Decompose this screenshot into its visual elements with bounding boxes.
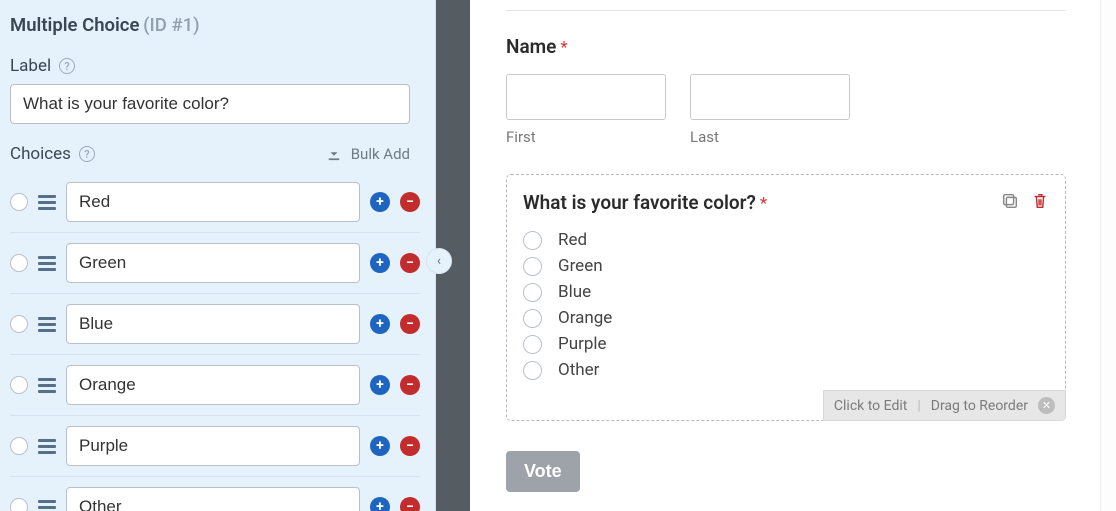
choice-row: +− bbox=[10, 355, 420, 416]
choice-row: +− bbox=[10, 416, 420, 477]
radio-icon bbox=[523, 335, 542, 354]
choice-input[interactable] bbox=[66, 365, 360, 405]
add-choice-button[interactable]: + bbox=[370, 253, 390, 273]
choice-input[interactable] bbox=[66, 487, 360, 511]
selected-field-preview[interactable]: What is your favorite color?* Red Green Bl… bbox=[506, 174, 1066, 421]
remove-choice-button[interactable]: − bbox=[400, 192, 420, 212]
scrollbar[interactable] bbox=[1100, 0, 1116, 511]
bulk-add-button[interactable]: Bulk Add bbox=[327, 145, 410, 163]
choices-section-text: Choices bbox=[10, 144, 71, 164]
question-label: What is your favorite color? bbox=[523, 191, 756, 214]
choice-row: +− bbox=[10, 172, 420, 233]
bulk-add-label: Bulk Add bbox=[351, 145, 410, 163]
duplicate-button[interactable] bbox=[1001, 192, 1019, 214]
default-radio[interactable] bbox=[10, 437, 28, 455]
first-name-input[interactable] bbox=[506, 74, 666, 120]
add-choice-button[interactable]: + bbox=[370, 497, 390, 511]
option-row[interactable]: Purple bbox=[523, 334, 1049, 354]
hint-reorder: Drag to Reorder bbox=[931, 398, 1028, 414]
choice-input[interactable] bbox=[66, 243, 360, 283]
field-type: Multiple Choice bbox=[10, 14, 139, 36]
default-radio[interactable] bbox=[10, 498, 28, 511]
label-section-text: Label bbox=[10, 56, 51, 76]
field-editor-panel: Multiple Choice (ID #1) Label ? Choices … bbox=[0, 0, 436, 511]
delete-button[interactable] bbox=[1031, 192, 1049, 214]
remove-choice-button[interactable]: − bbox=[400, 253, 420, 273]
choices-section: Choices ? bbox=[10, 144, 95, 164]
radio-icon bbox=[523, 283, 542, 302]
last-sublabel: Last bbox=[690, 128, 850, 146]
option-label: Green bbox=[558, 256, 603, 276]
option-row[interactable]: Orange bbox=[523, 308, 1049, 328]
close-hint-button[interactable]: ✕ bbox=[1038, 397, 1055, 414]
choice-input[interactable] bbox=[66, 304, 360, 344]
trash-icon bbox=[1031, 192, 1049, 210]
field-id: (ID #1) bbox=[143, 14, 199, 36]
default-radio[interactable] bbox=[10, 193, 28, 211]
hint-separator: | bbox=[917, 398, 920, 414]
drag-handle[interactable] bbox=[38, 439, 56, 454]
name-field: Name* First Last bbox=[506, 35, 1066, 146]
panel-gutter: ‹ bbox=[436, 0, 470, 511]
label-section: Label ? bbox=[10, 56, 421, 76]
default-radio[interactable] bbox=[10, 254, 28, 272]
default-radio[interactable] bbox=[10, 376, 28, 394]
preview-panel: Name* First Last What is your favorite c… bbox=[470, 0, 1100, 511]
name-label: Name bbox=[506, 35, 556, 58]
add-choice-button[interactable]: + bbox=[370, 375, 390, 395]
submit-button[interactable]: Vote bbox=[506, 451, 580, 492]
remove-choice-button[interactable]: − bbox=[400, 436, 420, 456]
choice-row: +− bbox=[10, 233, 420, 294]
chevron-left-icon: ‹ bbox=[437, 253, 441, 269]
radio-icon bbox=[523, 309, 542, 328]
last-name-input[interactable] bbox=[690, 74, 850, 120]
download-icon bbox=[327, 147, 341, 161]
option-label: Orange bbox=[558, 308, 612, 328]
hint-edit: Click to Edit bbox=[834, 398, 907, 414]
help-icon[interactable]: ? bbox=[79, 146, 95, 162]
choice-input[interactable] bbox=[66, 426, 360, 466]
required-mark: * bbox=[560, 38, 567, 58]
drag-handle[interactable] bbox=[38, 317, 56, 332]
option-label: Other bbox=[558, 360, 599, 380]
first-sublabel: First bbox=[506, 128, 666, 146]
add-choice-button[interactable]: + bbox=[370, 436, 390, 456]
field-hint-chip: Click to Edit | Drag to Reorder ✕ bbox=[823, 390, 1066, 421]
option-label: Red bbox=[558, 230, 587, 250]
remove-choice-button[interactable]: − bbox=[400, 375, 420, 395]
field-title: Multiple Choice (ID #1) bbox=[10, 10, 421, 50]
add-choice-button[interactable]: + bbox=[370, 314, 390, 334]
option-label: Purple bbox=[558, 334, 607, 354]
collapse-toggle[interactable]: ‹ bbox=[426, 248, 452, 274]
default-radio[interactable] bbox=[10, 315, 28, 333]
drag-handle[interactable] bbox=[38, 500, 56, 511]
choice-input[interactable] bbox=[66, 182, 360, 222]
option-row[interactable]: Blue bbox=[523, 282, 1049, 302]
option-label: Blue bbox=[558, 282, 591, 302]
option-row[interactable]: Red bbox=[523, 230, 1049, 250]
duplicate-icon bbox=[1001, 192, 1019, 210]
option-row[interactable]: Green bbox=[523, 256, 1049, 276]
drag-handle[interactable] bbox=[38, 256, 56, 271]
drag-handle[interactable] bbox=[38, 378, 56, 393]
label-input[interactable] bbox=[10, 84, 410, 124]
option-row[interactable]: Other bbox=[523, 360, 1049, 380]
required-mark: * bbox=[760, 194, 767, 214]
radio-icon bbox=[523, 361, 542, 380]
drag-handle[interactable] bbox=[38, 195, 56, 210]
divider bbox=[506, 10, 1066, 11]
radio-icon bbox=[523, 257, 542, 276]
help-icon[interactable]: ? bbox=[59, 58, 75, 74]
add-choice-button[interactable]: + bbox=[370, 192, 390, 212]
remove-choice-button[interactable]: − bbox=[400, 497, 420, 511]
choice-row: +− bbox=[10, 477, 420, 511]
choice-row: +− bbox=[10, 294, 420, 355]
remove-choice-button[interactable]: − bbox=[400, 314, 420, 334]
radio-icon bbox=[523, 231, 542, 250]
